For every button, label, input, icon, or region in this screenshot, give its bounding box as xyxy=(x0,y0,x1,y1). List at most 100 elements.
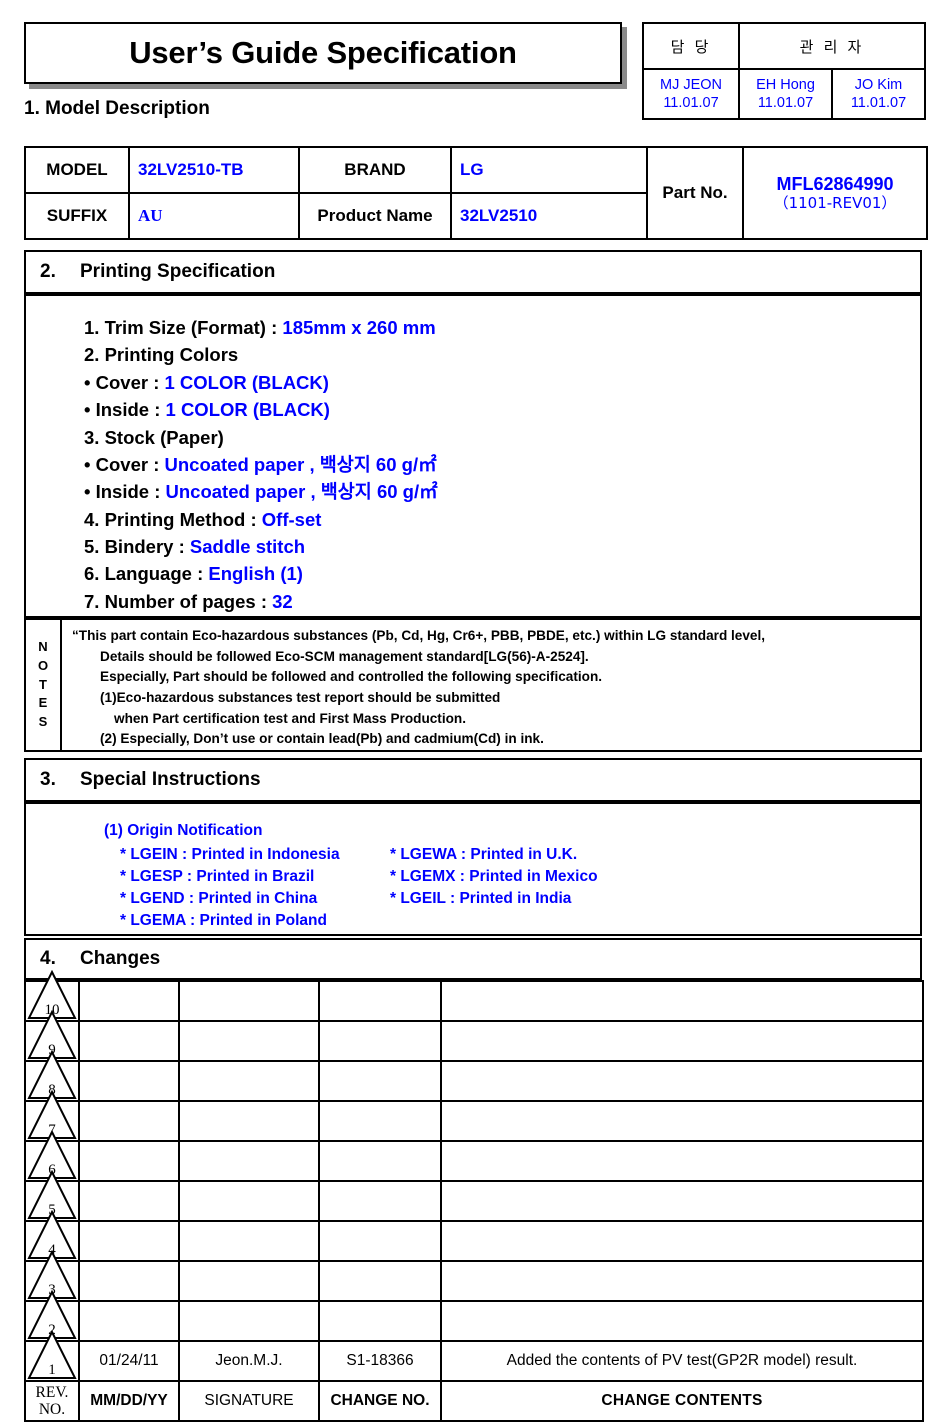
change-number xyxy=(318,1180,442,1222)
approval-signer-1: EH Hong 11.01.07 xyxy=(738,68,833,120)
section-4-header: 4. Changes xyxy=(24,938,922,980)
change-number xyxy=(318,980,442,1022)
table-row: 4 xyxy=(24,1210,924,1262)
notes-letter: S xyxy=(38,714,48,730)
part-no-label: Part No. xyxy=(646,146,744,240)
signer-date: 11.01.07 xyxy=(757,95,814,111)
table-row: 6 xyxy=(24,1130,924,1182)
change-number xyxy=(318,1300,442,1342)
change-date: 01/24/11 xyxy=(78,1340,180,1382)
note-line-2: Especially, Part should be followed and … xyxy=(100,669,603,685)
section-3-body: (1) Origin Notification * LGEIN : Printe… xyxy=(24,802,922,936)
part-no-value: MFL62864990 xyxy=(776,174,894,195)
section-4-heading: Changes xyxy=(80,948,161,969)
footer-signature: SIGNATURE xyxy=(178,1380,320,1422)
spec-label: 6. Language : xyxy=(84,563,209,585)
note-line-0: “This part contain Eco-hazardous substan… xyxy=(72,628,766,643)
spec-line-7: 4. Printing Method : Off-set xyxy=(84,506,920,533)
change-date xyxy=(78,1100,180,1142)
spec-label: 7. Number of pages : xyxy=(84,590,273,612)
change-signature xyxy=(178,1060,320,1102)
revision-number: 2 xyxy=(48,1322,56,1338)
spec-line-0: 1. Trim Size (Format) : 185mm x 260 mm xyxy=(84,314,920,341)
change-date xyxy=(78,1220,180,1262)
revision-number: 3 xyxy=(48,1282,56,1298)
spec-line-9: 6. Language : English (1) xyxy=(84,560,920,587)
change-rev-cell: 5 xyxy=(24,1170,80,1222)
changes-table: 10 9 8 7 6 5 4 3 2 1 01/24/11 Jeon.M.J. S1-18366 Adde… xyxy=(24,970,924,1422)
spec-label: 2. Printing Colors xyxy=(84,344,239,366)
notes-text: “This part contain Eco-hazardous substan… xyxy=(62,620,920,750)
revision-number: 8 xyxy=(48,1082,56,1098)
footer-rev-line-2: NO. xyxy=(38,1401,66,1418)
approval-signer-0: MJ JEON 11.01.07 xyxy=(642,68,740,120)
origin-notification-block: (1) Origin Notification * LGEIN : Printe… xyxy=(26,804,920,946)
change-contents xyxy=(440,1100,924,1142)
signer-name: MJ JEON xyxy=(659,76,723,93)
changes-footer-row: REV. NO. MM/DD/YY SIGNATURE CHANGE NO. C… xyxy=(24,1380,924,1422)
notes-letter: T xyxy=(39,676,47,692)
signer-name: EH Hong xyxy=(756,76,815,93)
spec-value: Uncoated paper , 백상지 60 g/㎡ xyxy=(164,453,437,475)
note-line-5: (2) Especially, Don’t use or contain lea… xyxy=(100,731,544,747)
spec-label: 1. Trim Size (Format) : xyxy=(84,317,283,338)
footer-rev-line-1: REV. xyxy=(35,1383,69,1401)
section-4-number: 4. xyxy=(40,948,56,969)
origin-entry: * LGEMX : Printed in Mexico xyxy=(390,868,598,885)
revision-number: 4 xyxy=(48,1242,56,1258)
change-rev-cell: 4 xyxy=(24,1210,80,1262)
change-date xyxy=(78,980,180,1022)
change-date xyxy=(78,1260,180,1302)
approval-table: 담 당 관 리 자 MJ JEON 11.01.07 EH Hong 11.01… xyxy=(642,22,926,120)
notes-letter: O xyxy=(37,657,49,673)
origin-entry: * LGEMA : Printed in Poland xyxy=(120,912,327,929)
notes-letter: E xyxy=(38,695,48,711)
approval-signature-row: MJ JEON 11.01.07 EH Hong 11.01.07 JO Kim… xyxy=(642,68,926,120)
product-name-value: 32LV2510 xyxy=(450,192,648,240)
change-contents xyxy=(440,1220,924,1262)
table-row: 1 01/24/11 Jeon.M.J. S1-18366 Added the cont… xyxy=(24,1330,924,1382)
change-rev-cell: 8 xyxy=(24,1050,80,1102)
model-row: MODEL 32LV2510-TB BRAND LG Part No. MFL6… xyxy=(24,146,928,240)
part-no-revision: （1101-REV01） xyxy=(773,193,897,212)
table-row: 9 xyxy=(24,1010,924,1062)
note-line-3: (1)Eco-hazardous substances test report … xyxy=(100,689,501,705)
table-row: 8 xyxy=(24,1050,924,1102)
model-description-table: MODEL 32LV2510-TB BRAND LG Part No. MFL6… xyxy=(24,146,928,240)
spec-label: 4. Printing Method : xyxy=(84,508,262,530)
section-1-heading: 1. Model Description xyxy=(24,98,210,119)
change-number xyxy=(318,1260,442,1302)
spec-value: English (1) xyxy=(208,563,303,585)
change-contents xyxy=(440,980,924,1022)
brand-label: BRAND xyxy=(298,146,452,194)
spec-label: • Cover : xyxy=(84,371,165,393)
revision-number: 1 xyxy=(48,1362,56,1378)
change-signature xyxy=(178,1300,320,1342)
change-signature: Jeon.M.J. xyxy=(178,1340,320,1382)
signer-date: 11.01.07 xyxy=(850,95,907,111)
approval-header-row: 담 당 관 리 자 xyxy=(642,22,926,70)
revision-number: 9 xyxy=(48,1042,56,1058)
table-row: 3 xyxy=(24,1250,924,1302)
approval-header-charge: 담 당 xyxy=(642,22,740,70)
change-date xyxy=(78,1180,180,1222)
spec-line-1: 2. Printing Colors xyxy=(84,341,920,368)
change-rev-cell: 1 xyxy=(24,1330,80,1382)
change-date xyxy=(78,1060,180,1102)
table-row: 10 xyxy=(24,970,924,1022)
origin-entry: * LGEND : Printed in China xyxy=(120,890,318,907)
note-line-4: when Part certification test and First M… xyxy=(114,710,466,726)
change-date xyxy=(78,1300,180,1342)
origin-entry: * LGEWA : Printed in U.K. xyxy=(390,846,578,863)
origin-entry: * LGEIN : Printed in Indonesia xyxy=(120,846,340,863)
change-signature xyxy=(178,980,320,1022)
change-signature xyxy=(178,1180,320,1222)
notes-label: N O T E S xyxy=(26,620,62,750)
change-contents xyxy=(440,1180,924,1222)
change-signature xyxy=(178,1140,320,1182)
signer-name: JO Kim xyxy=(854,76,903,93)
footer-rev-no: REV. NO. xyxy=(24,1380,80,1422)
change-signature xyxy=(178,1020,320,1062)
product-name-label: Product Name xyxy=(298,192,452,240)
document-title-box: User’s Guide Specification xyxy=(24,22,622,84)
